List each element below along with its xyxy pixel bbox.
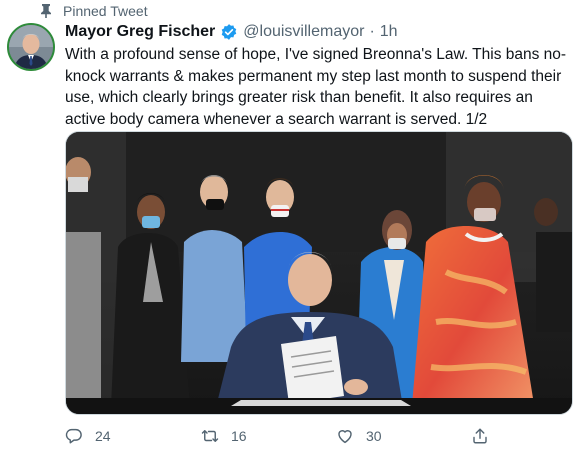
tweet-photo[interactable] <box>65 131 573 415</box>
tweet-action-bar: 24 16 30 <box>65 426 555 446</box>
retweet-count: 16 <box>231 428 247 444</box>
tweet-text: With a profound sense of hope, I've sign… <box>65 46 567 128</box>
pinned-tweet-indicator: Pinned Tweet <box>40 3 148 19</box>
tweet-timestamp[interactable]: 1h <box>380 23 398 41</box>
share-button[interactable] <box>471 426 501 446</box>
avatar[interactable] <box>7 23 55 71</box>
header-separator: · <box>369 23 375 40</box>
reply-button[interactable]: 24 <box>65 426 111 446</box>
heart-icon <box>336 427 354 445</box>
like-button[interactable]: 30 <box>336 426 382 446</box>
like-count: 30 <box>366 428 382 444</box>
retweet-button[interactable]: 16 <box>201 426 247 446</box>
author-display-name[interactable]: Mayor Greg Fischer <box>65 23 215 41</box>
pinned-tweet-label: Pinned Tweet <box>63 3 148 19</box>
tweet-header: Mayor Greg Fischer @louisvillemayor · 1h <box>65 21 398 43</box>
retweet-icon <box>201 427 219 445</box>
pin-icon <box>40 4 52 18</box>
author-handle[interactable]: @louisvillemayor <box>243 23 364 41</box>
share-icon <box>471 427 489 445</box>
reply-icon <box>65 427 83 445</box>
verified-badge-icon <box>220 23 238 41</box>
reply-count: 24 <box>95 428 111 444</box>
